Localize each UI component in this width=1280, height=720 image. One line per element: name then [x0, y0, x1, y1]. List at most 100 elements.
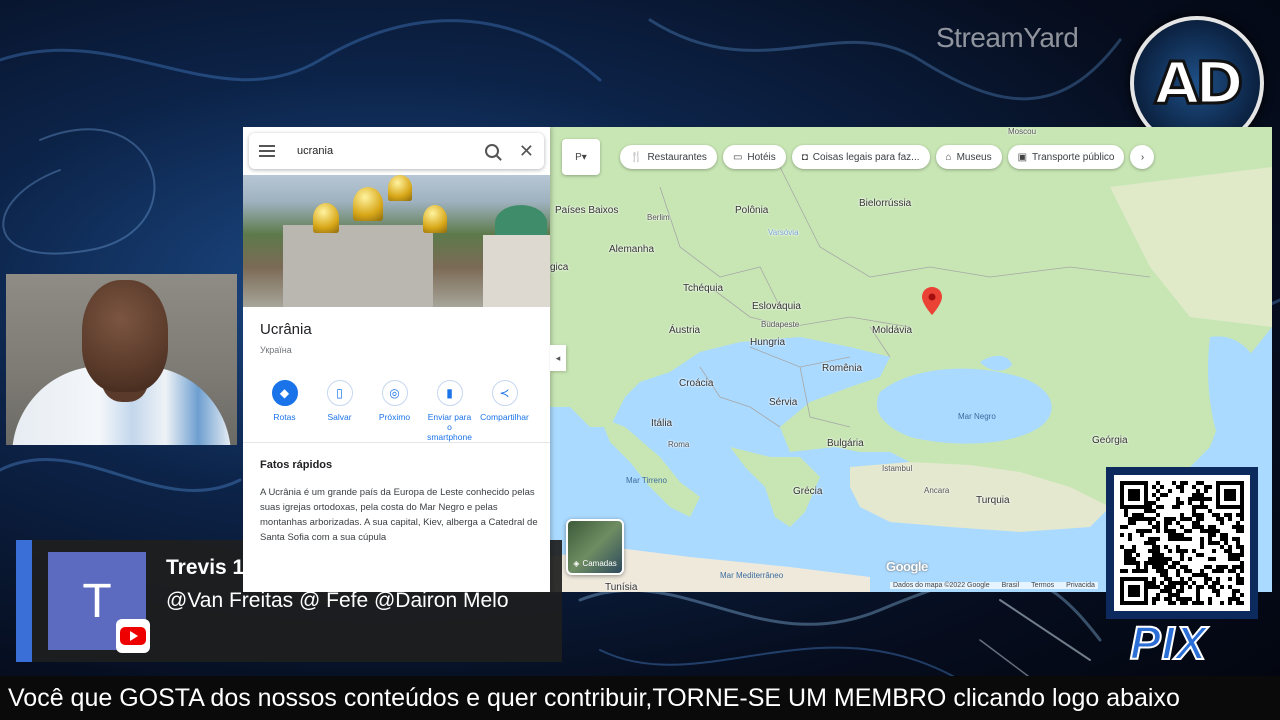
chip-transit[interactable]: ▣ Transporte público — [1007, 145, 1125, 169]
chip-label: Hotéis — [747, 151, 776, 163]
chip-label: Coisas legais para faz... — [812, 151, 920, 163]
chip-restaurants[interactable]: 🍴 Restaurantes — [620, 145, 717, 169]
share-button[interactable]: ≺ Compartilhar — [480, 380, 529, 442]
place-photo[interactable] — [243, 175, 550, 307]
map-label-belarus: Bielorrússia — [859, 198, 912, 209]
chip-label: Museus — [956, 151, 992, 163]
photo-dome — [423, 205, 447, 233]
share-icon: ≺ — [491, 380, 518, 406]
chip-label: Transporte público — [1032, 151, 1115, 163]
search-icon[interactable] — [484, 144, 499, 158]
map-attribution: Dados do mapa ©2022 Google Brasil Termos… — [890, 582, 1098, 589]
qr-code-icon — [1120, 481, 1244, 605]
ticker-text: Você que GOSTA dos nossos conteúdos e qu… — [8, 684, 1180, 712]
map-label-serbia: Sérvia — [769, 397, 798, 408]
map-label-hungary: Hungria — [750, 337, 786, 348]
map-label-romania: Romênia — [822, 363, 863, 374]
attribution-terms[interactable]: Termos — [1031, 582, 1054, 589]
photo-building — [283, 225, 433, 307]
attribution-privacy[interactable]: Privacida — [1066, 582, 1095, 589]
photo-dome — [353, 187, 383, 221]
phone-icon: ▮ — [436, 380, 463, 406]
action-label: Compartilhar — [480, 412, 529, 422]
map-label-istanbul: Istambul — [882, 464, 913, 473]
streamyard-watermark: StreamYard — [936, 22, 1079, 53]
bus-icon: ▣ — [1017, 151, 1028, 163]
action-label: Próximo — [378, 412, 411, 422]
chevron-right-icon: › — [1140, 151, 1145, 163]
map-label-rome: Roma — [668, 440, 690, 449]
chip-hotels[interactable]: ▭ Hotéis — [722, 145, 786, 169]
map-label-austria: Áustria — [669, 325, 701, 336]
comment-text: @Van Freitas @ Fefe @Dairon Melo — [166, 589, 509, 612]
nearby-button[interactable]: ◎ Próximo — [373, 380, 416, 442]
collapse-panel-button[interactable]: ◂ — [550, 345, 566, 371]
map-label-slovakia: Eslováquia — [752, 301, 801, 312]
map-label-tunisia: Tunísia — [605, 582, 638, 592]
divider — [243, 442, 550, 443]
action-label: Salvar — [327, 412, 352, 422]
channel-logo-text: AD — [1153, 48, 1245, 119]
category-chips-bar: P▾ 🍴 Restaurantes ▭ Hotéis ◘ Coisas legais … — [562, 139, 1155, 175]
map-label-bulgaria: Bulgária — [827, 438, 864, 449]
map-label-black-sea: Mar Negro — [958, 412, 996, 421]
bed-icon: ▭ — [732, 151, 743, 163]
search-box[interactable]: ucrania ✕ — [249, 133, 544, 169]
attribution-country[interactable]: Brasil — [1002, 582, 1020, 589]
map-label-budapest: Budapeste — [761, 320, 800, 329]
chips-next-button[interactable]: › — [1130, 145, 1155, 169]
chip-things-to-do[interactable]: ◘ Coisas legais para faz... — [791, 145, 930, 169]
map-label-germany: Alemanha — [609, 244, 655, 255]
place-subtitle: Україна — [260, 345, 292, 355]
fork-knife-icon: 🍴 — [630, 151, 643, 163]
map-label-mediterranean: Mar Mediterrâneo — [720, 571, 784, 580]
map-pin-icon[interactable] — [922, 287, 942, 315]
museum-icon: ⌂ — [945, 151, 952, 163]
bookmark-icon: ▯ — [326, 380, 353, 406]
action-label: Enviar para o smartphone — [427, 412, 472, 442]
map-label-tyrrhenian-sea: Mar Tirreno — [626, 476, 667, 485]
layers-label: Camadas — [582, 559, 617, 568]
map-type-button[interactable]: P▾ — [562, 139, 600, 175]
map-label-georgia: Geórgia — [1092, 435, 1128, 446]
directions-button[interactable]: ◆ Rotas — [263, 380, 306, 442]
place-panel: Ucrânia Україна ◆ Rotas ▯ Salvar ◎ Próximo … — [243, 127, 550, 592]
close-icon[interactable]: ✕ — [519, 141, 534, 162]
google-logo: Google — [886, 559, 928, 574]
pix-label: PIX — [1129, 617, 1208, 669]
save-button[interactable]: ▯ Salvar — [318, 380, 361, 442]
chip-museums[interactable]: ⌂ Museus — [935, 145, 1002, 169]
webcam-feed — [6, 274, 237, 445]
hamburger-menu-icon[interactable] — [259, 145, 275, 157]
map-label-italy: Itália — [651, 418, 673, 429]
map-label-moscow: Moscou — [1008, 127, 1037, 136]
chip-label: Restaurantes — [647, 151, 707, 163]
search-input[interactable]: ucrania — [297, 145, 485, 157]
map-label-moldova: Moldávia — [872, 325, 913, 336]
send-to-phone-button[interactable]: ▮ Enviar para o smartphone — [427, 380, 472, 442]
map-label-berlin: Berlim — [647, 213, 670, 222]
pix-qr-code — [1106, 467, 1258, 619]
chevron-left-icon: ◂ — [555, 352, 561, 363]
attribution-data: Dados do mapa ©2022 Google — [893, 582, 990, 589]
presenter-head — [82, 280, 168, 392]
youtube-icon — [116, 619, 150, 653]
directions-icon: ◆ — [271, 380, 298, 406]
facts-text: A Ucrânia é um grande país da Europa de … — [260, 487, 538, 543]
camera-icon: ◘ — [801, 151, 808, 163]
map-label-netherlands-1: Países Baixos — [555, 205, 619, 216]
photo-dome — [313, 203, 339, 233]
map-label-belgium: gica — [550, 262, 569, 273]
action-label: Rotas — [273, 412, 296, 422]
photo-dome — [388, 175, 412, 201]
place-title: Ucrânia — [260, 321, 312, 338]
facts-heading: Fatos rápidos — [260, 459, 333, 471]
map-label-ankara: Ancara — [924, 486, 950, 495]
layers-icon: ◈ — [573, 559, 580, 568]
place-actions: ◆ Rotas ▯ Salvar ◎ Próximo ▮ Enviar para o s… — [263, 380, 529, 442]
map-label-croatia: Croácia — [679, 378, 714, 389]
map-label-warsaw: Varsóvia — [768, 228, 799, 237]
map-label-turkey: Turquia — [976, 495, 1010, 506]
layers-button[interactable]: ◈ Camadas — [566, 519, 624, 575]
map-label-czechia: Tchéquia — [683, 283, 724, 294]
